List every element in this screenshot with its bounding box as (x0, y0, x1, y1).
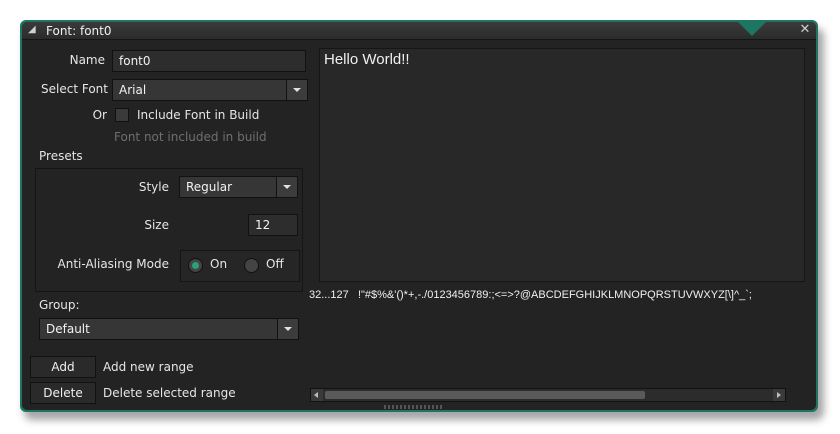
title-bar[interactable]: ◢ Font: font0 ✕ (22, 22, 816, 40)
chevron-down-icon[interactable] (277, 319, 298, 339)
chevron-down-icon[interactable] (286, 80, 307, 100)
scroll-left-icon[interactable] (311, 389, 323, 401)
delete-range-button[interactable]: Delete (30, 382, 96, 404)
font-editor-window: ◢ Font: font0 ✕ Name font0 Select Font A… (20, 20, 818, 412)
aa-off-label[interactable]: Off (266, 257, 284, 271)
select-font-dropdown[interactable]: Arial (112, 79, 308, 101)
range-characters: !"#$%&'()*+,-./0123456789:;<=>?@ABCDEFGH… (357, 289, 752, 301)
not-included-note: Font not included in build (114, 130, 267, 144)
range-span: 32...127 (309, 289, 349, 301)
group-label: Group: (39, 298, 80, 312)
size-input[interactable]: 12 (248, 214, 298, 236)
presets-heading: Presets (39, 149, 83, 163)
group-value: Default (46, 322, 90, 336)
group-dropdown[interactable]: Default (39, 318, 299, 340)
preview-text: Hello World!! (324, 51, 410, 68)
aa-mode-label: Anti-Aliasing Mode (57, 257, 169, 271)
horizontal-scrollbar[interactable] (310, 388, 786, 402)
title-notch-decoration (738, 22, 766, 36)
collapse-arrow-icon[interactable]: ◢ (28, 24, 36, 35)
aa-on-radio[interactable] (188, 258, 203, 273)
style-value: Regular (186, 180, 233, 194)
delete-range-description: Delete selected range (103, 386, 236, 400)
add-range-description: Add new range (103, 360, 194, 374)
name-input[interactable]: font0 (112, 50, 306, 72)
aa-on-label[interactable]: On (210, 257, 227, 271)
window-title: Font: font0 (46, 24, 112, 38)
select-font-value: Arial (119, 83, 147, 97)
include-font-checkbox[interactable] (115, 108, 129, 122)
range-list-item[interactable]: 32...127 !"#$%&'()*+,-./0123456789:;<=>?… (309, 289, 809, 305)
scrollbar-thumb[interactable] (325, 391, 645, 399)
include-font-label[interactable]: Include Font in Build (137, 108, 259, 122)
window-body: ◢ Font: font0 ✕ Name font0 Select Font A… (22, 22, 816, 410)
style-dropdown[interactable]: Regular (179, 176, 298, 198)
name-label: Name (69, 53, 105, 67)
size-label: Size (144, 218, 169, 232)
chevron-down-icon[interactable] (276, 177, 297, 197)
close-icon[interactable]: ✕ (798, 23, 812, 37)
resize-grip-icon[interactable] (384, 405, 444, 409)
or-label: Or (92, 108, 107, 122)
select-font-label: Select Font (41, 82, 108, 96)
scroll-right-icon[interactable] (773, 389, 785, 401)
style-label: Style (138, 180, 169, 194)
font-preview-area[interactable]: Hello World!! (319, 48, 805, 282)
aa-off-radio[interactable] (244, 258, 259, 273)
add-range-button[interactable]: Add (30, 356, 96, 378)
